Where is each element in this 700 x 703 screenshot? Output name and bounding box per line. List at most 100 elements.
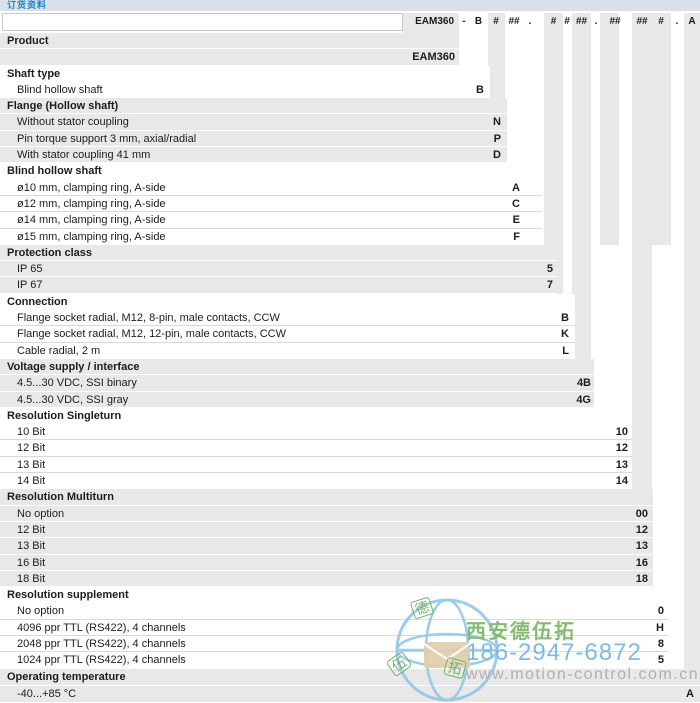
option-label: IP 67 bbox=[0, 277, 43, 293]
option-row: IP 67 7 bbox=[0, 277, 557, 293]
option-code: 5 bbox=[658, 652, 664, 668]
option-label: Blind hollow shaft bbox=[0, 82, 103, 98]
option-label: Pin torque support 3 mm, axial/radial bbox=[0, 131, 196, 147]
order-code-part: ## bbox=[600, 13, 630, 31]
section-header-row: Product bbox=[0, 33, 459, 49]
option-code: 12 bbox=[636, 522, 648, 538]
section-title-bar: 订货资料 bbox=[0, 0, 700, 11]
section-singleturn: Resolution Singleturn10 Bit1012 Bit1213 … bbox=[0, 408, 632, 489]
option-row: -40...+85 °C A bbox=[0, 686, 700, 703]
option-code: B bbox=[476, 82, 484, 98]
option-code: 00 bbox=[636, 506, 648, 522]
option-row: No option00 bbox=[0, 506, 653, 522]
option-code: C bbox=[512, 196, 520, 212]
section-header-row: Resolution supplement bbox=[0, 587, 668, 603]
section-header-label: Protection class bbox=[0, 245, 92, 261]
section-temperature: Operating temperature-40...+85 °C A bbox=[0, 669, 700, 703]
section-header-label: Blind hollow shaft bbox=[0, 163, 102, 179]
option-row: 13 Bit13 bbox=[0, 457, 632, 473]
option-code: 16 bbox=[636, 555, 648, 571]
option-row: Without stator couplingN bbox=[0, 114, 507, 130]
option-row: 2048 ppr TTL (RS422), 4 channels8 bbox=[0, 636, 668, 652]
section-product: Product EAM360 bbox=[0, 33, 459, 66]
section-supplement: Resolution supplementNo option04096 ppr … bbox=[0, 587, 668, 668]
option-code: A bbox=[686, 686, 694, 703]
option-code: 10 bbox=[616, 424, 628, 440]
section-header-row: Resolution Singleturn bbox=[0, 408, 632, 424]
option-label: 2048 ppr TTL (RS422), 4 channels bbox=[0, 636, 186, 652]
order-code-part: A bbox=[684, 13, 700, 31]
order-code-part: . bbox=[670, 13, 684, 31]
order-code-part: ## bbox=[572, 13, 591, 31]
section-header-row: Protection class bbox=[0, 245, 557, 261]
option-row: Flange socket radial, M12, 12-pin, male … bbox=[0, 326, 575, 342]
option-row: 1024 ppr TTL (RS422), 4 channels5 bbox=[0, 652, 668, 668]
option-code: N bbox=[493, 114, 501, 130]
ordering-info-page: 订货资料 EAM360-B###.####.#####.A ProductEAM… bbox=[0, 0, 700, 703]
section-header-row: Voltage supply / interface bbox=[0, 359, 594, 375]
option-label: 13 Bit bbox=[0, 457, 45, 473]
option-label: Flange socket radial, M12, 8-pin, male c… bbox=[0, 310, 280, 326]
option-code: 7 bbox=[547, 277, 553, 293]
option-code: EAM360 bbox=[412, 49, 455, 65]
option-row: ø12 mm, clamping ring, A-sideC bbox=[0, 196, 542, 212]
section-shaft: Shaft typeBlind hollow shaft B bbox=[0, 66, 490, 99]
option-row: 16 Bit16 bbox=[0, 555, 653, 571]
section-connection: ConnectionFlange socket radial, M12, 8-p… bbox=[0, 294, 575, 359]
section-header-label: Resolution Singleturn bbox=[0, 408, 121, 424]
option-row: EAM360 bbox=[0, 49, 459, 65]
section-flange: Flange (Hollow shaft)Without stator coup… bbox=[0, 98, 507, 163]
section-voltage: Voltage supply / interface4.5...30 VDC, … bbox=[0, 359, 594, 408]
option-code: E bbox=[513, 212, 520, 228]
option-code: 14 bbox=[616, 473, 628, 489]
section-header-label: Flange (Hollow shaft) bbox=[0, 98, 118, 114]
order-code-part: # bbox=[652, 13, 670, 31]
option-label: -40...+85 °C bbox=[0, 686, 76, 703]
option-label: 14 Bit bbox=[0, 473, 45, 489]
option-label: 4.5...30 VDC, SSI binary bbox=[0, 375, 137, 391]
option-code: 5 bbox=[547, 261, 553, 277]
option-code: L bbox=[562, 343, 569, 359]
option-label: ø14 mm, clamping ring, A-side bbox=[0, 212, 166, 228]
option-label: With stator coupling 41 mm bbox=[0, 147, 150, 163]
order-code-part: ## bbox=[632, 13, 652, 31]
option-row: 4.5...30 VDC, SSI gray 4G bbox=[0, 392, 594, 408]
column-stripe bbox=[652, 13, 671, 245]
option-label: IP 65 bbox=[0, 261, 43, 277]
option-code: 4G bbox=[576, 392, 591, 408]
option-row: Blind hollow shaft B bbox=[0, 82, 490, 98]
option-code: B bbox=[561, 310, 569, 326]
option-row: ø15 mm, clamping ring, A-sideF bbox=[0, 229, 542, 245]
section-header-label: Resolution supplement bbox=[0, 587, 129, 603]
option-label: Cable radial, 2 m bbox=[0, 343, 100, 359]
option-code: 12 bbox=[616, 440, 628, 456]
option-code: H bbox=[656, 620, 664, 636]
section-protection: Protection classIP 65 5 IP 67 7 bbox=[0, 245, 557, 294]
section-header-label: Product bbox=[0, 33, 49, 49]
option-row: 12 Bit 12 bbox=[0, 440, 632, 456]
option-row: ø10 mm, clamping ring, A-sideA bbox=[0, 180, 542, 196]
option-label: 12 Bit bbox=[0, 522, 45, 538]
option-label: ø15 mm, clamping ring, A-side bbox=[0, 229, 166, 245]
section-header-label: Resolution Multiturn bbox=[0, 489, 114, 505]
section-header-row: Shaft type bbox=[0, 66, 490, 82]
option-row: 4.5...30 VDC, SSI binary4B bbox=[0, 375, 594, 391]
option-code: P bbox=[494, 131, 501, 147]
order-code-part: B bbox=[470, 13, 487, 31]
option-label: 4.5...30 VDC, SSI gray bbox=[0, 392, 128, 408]
option-row: ø14 mm, clamping ring, A-side E bbox=[0, 212, 542, 228]
option-label: 12 Bit bbox=[0, 440, 45, 456]
page-title: 订货资料 bbox=[7, 0, 47, 11]
option-label: 18 Bit bbox=[0, 571, 45, 587]
order-code-part: ## bbox=[504, 13, 524, 31]
option-code: D bbox=[493, 147, 501, 163]
option-row: Cable radial, 2 m L bbox=[0, 343, 575, 359]
option-row: 10 Bit10 bbox=[0, 424, 632, 440]
option-row: 12 Bit 12 bbox=[0, 522, 653, 538]
option-code: K bbox=[561, 326, 569, 342]
section-header-row: Blind hollow shaft bbox=[0, 163, 542, 179]
option-label: 4096 ppr TTL (RS422), 4 channels bbox=[0, 620, 186, 636]
option-label: ø10 mm, clamping ring, A-side bbox=[0, 180, 166, 196]
section-header-label: Operating temperature bbox=[0, 669, 126, 686]
option-row: 18 Bit18 bbox=[0, 571, 653, 587]
